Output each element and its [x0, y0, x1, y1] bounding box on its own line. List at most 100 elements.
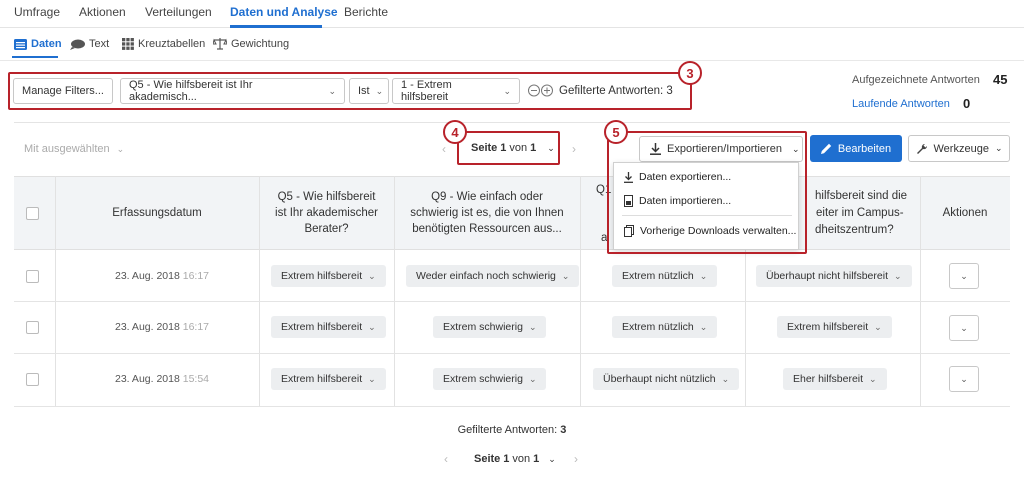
- wrench-icon: [916, 143, 927, 154]
- tab-daten-und-analyse[interactable]: Daten und Analyse: [230, 5, 338, 19]
- answer-label: Extrem hilfsbereit: [281, 321, 363, 333]
- with-selected-dropdown[interactable]: Mit ausgewählten ⌄: [24, 143, 124, 155]
- subnav-daten-label: Daten: [31, 38, 62, 50]
- row-actions-button[interactable]: ⌄: [949, 315, 979, 341]
- subnav-kreuztabellen[interactable]: Kreuztabellen: [122, 38, 205, 50]
- footer-next-page-icon[interactable]: ›: [574, 452, 578, 466]
- answer-label: Extrem schwierig: [443, 321, 523, 333]
- active-tab-indicator: [230, 25, 322, 28]
- answer-q9-select[interactable]: Weder einfach noch schwierig ⌄: [406, 265, 580, 287]
- in-progress-responses-link[interactable]: Laufende Antworten: [852, 98, 950, 110]
- grid-icon: [122, 38, 134, 50]
- answer-q5-select[interactable]: Extrem hilfsbereit ⌄: [271, 368, 386, 390]
- prev-page-icon[interactable]: ‹: [442, 142, 446, 156]
- subnav-gewichtung-label: Gewichtung: [231, 38, 290, 50]
- top-nav: Umfrage Aktionen Verteilungen Daten und …: [0, 0, 1024, 28]
- row-time: 16:17: [182, 321, 210, 333]
- annotation-badge-4: 4: [443, 120, 467, 144]
- chevron-down-icon: ⌄: [368, 373, 376, 384]
- footer-prev-page-icon[interactable]: ‹: [444, 452, 448, 466]
- edit-button[interactable]: Bearbeiten: [810, 135, 902, 162]
- answer-label: Extrem hilfsbereit: [281, 270, 363, 282]
- chevron-down-icon: ⌄: [528, 373, 537, 384]
- answer-q5-select[interactable]: Extrem hilfsbereit ⌄: [271, 265, 386, 287]
- footer-page-selector[interactable]: Seite 1 von 1 ⌄: [474, 453, 556, 465]
- subnav-gewichtung[interactable]: Gewichtung: [213, 38, 289, 50]
- annotation-box-3: [8, 72, 692, 110]
- answer-label: Überhaupt nicht hilfsbereit: [766, 270, 888, 282]
- answer-last-select[interactable]: Extrem hilfsbereit ⌄: [777, 316, 892, 338]
- with-selected-label: Mit ausgewählten: [24, 143, 110, 155]
- footer-filtered-label: Gefilterte Antworten:: [457, 424, 558, 436]
- header-last-question-line1[interactable]: hilfsbereit sind die: [815, 190, 907, 202]
- header-q9[interactable]: Q9 - Wie einfach oder schwierig ist es, …: [394, 176, 580, 250]
- chevron-down-icon: ⌄: [116, 144, 125, 154]
- column-separator: [920, 176, 921, 406]
- subnav-kreuztabellen-label: Kreuztabellen: [138, 38, 206, 50]
- chevron-down-icon: ⌄: [721, 373, 730, 384]
- header-aktionen: Aktionen: [942, 207, 988, 219]
- chevron-down-icon: ⌄: [960, 322, 968, 333]
- chevron-down-icon: ⌄: [548, 453, 556, 464]
- row-checkbox[interactable]: [26, 321, 39, 334]
- subnav-text-label: Text: [89, 38, 110, 50]
- answer-q9-select[interactable]: Extrem schwierig ⌄: [433, 316, 547, 338]
- row-date-value: 23. Aug. 2018: [115, 321, 180, 333]
- row-actions-button[interactable]: ⌄: [949, 366, 979, 392]
- row-checkbox[interactable]: [26, 373, 39, 386]
- next-page-icon[interactable]: ›: [572, 142, 576, 156]
- answer-last-select[interactable]: Überhaupt nicht hilfsbereit ⌄: [756, 265, 912, 287]
- tools-label: Werkzeuge: [933, 142, 989, 155]
- answer-q9-select[interactable]: Extrem schwierig ⌄: [433, 368, 547, 390]
- answer-q1-select[interactable]: Überhaupt nicht nützlich ⌄: [593, 368, 740, 390]
- tab-umfrage[interactable]: Umfrage: [14, 5, 60, 19]
- tab-verteilungen[interactable]: Verteilungen: [145, 5, 212, 19]
- header-last-question-line2[interactable]: eiter im Campus-: [816, 207, 904, 219]
- chevron-down-icon: ⌄: [894, 270, 902, 281]
- chevron-down-icon: ⌄: [960, 270, 968, 281]
- chevron-down-icon: ⌄: [528, 321, 537, 332]
- select-all-checkbox[interactable]: [26, 207, 39, 220]
- answer-label: Extrem hilfsbereit: [281, 373, 363, 385]
- subnav-divider: [0, 60, 1024, 61]
- chevron-down-icon: ⌄: [874, 321, 882, 332]
- row-date: 23. Aug. 2018 16:17: [115, 270, 209, 282]
- list-icon: [14, 38, 27, 50]
- column-separator: [55, 176, 56, 406]
- subnav-daten[interactable]: Daten: [14, 38, 62, 50]
- row-divider: [14, 301, 1010, 302]
- answer-label: Überhaupt nicht nützlich: [603, 373, 716, 385]
- tab-berichte[interactable]: Berichte: [344, 5, 388, 19]
- chevron-down-icon: ⌄: [699, 270, 708, 281]
- row-checkbox[interactable]: [26, 270, 39, 283]
- row-date-value: 23. Aug. 2018: [115, 270, 180, 282]
- row-date: 23. Aug. 2018 15:54: [115, 373, 209, 385]
- answer-label: Extrem schwierig: [443, 373, 523, 385]
- footer-page-label: Seite: [474, 453, 501, 465]
- active-subnav-indicator: [12, 56, 58, 58]
- annotation-box-4: [457, 131, 560, 165]
- row-actions-button[interactable]: ⌄: [949, 263, 979, 289]
- header-q5[interactable]: Q5 - Wie hilfsbereit ist Ihr akademische…: [259, 176, 394, 250]
- answer-q5-select[interactable]: Extrem hilfsbereit ⌄: [271, 316, 386, 338]
- tab-aktionen[interactable]: Aktionen: [79, 5, 126, 19]
- chevron-down-icon: ⌄: [869, 373, 877, 384]
- chevron-down-icon: ⌄: [368, 321, 376, 332]
- row-divider: [14, 406, 1010, 407]
- edit-label: Bearbeiten: [837, 142, 892, 155]
- answer-q1-select[interactable]: Extrem nützlich ⌄: [612, 316, 718, 338]
- row-date: 23. Aug. 2018 16:17: [115, 321, 209, 333]
- tools-button[interactable]: Werkzeuge ⌄: [908, 135, 1010, 162]
- section-divider: [14, 122, 1010, 123]
- chevron-down-icon: ⌄: [994, 143, 1003, 153]
- header-last-question-line3[interactable]: dheitszentrum?: [815, 224, 894, 236]
- answer-q1-select[interactable]: Extrem nützlich ⌄: [612, 265, 718, 287]
- footer-page-current: 1: [503, 453, 510, 465]
- header-erfassungsdatum[interactable]: Erfassungsdatum: [55, 176, 259, 250]
- footer-page-of: von: [512, 453, 531, 465]
- answer-last-select[interactable]: Eher hilfsbereit ⌄: [783, 368, 887, 390]
- chevron-down-icon: ⌄: [699, 321, 708, 332]
- subnav-text[interactable]: Text: [70, 38, 109, 50]
- answer-label: Extrem hilfsbereit: [787, 321, 869, 333]
- column-separator: [394, 176, 395, 406]
